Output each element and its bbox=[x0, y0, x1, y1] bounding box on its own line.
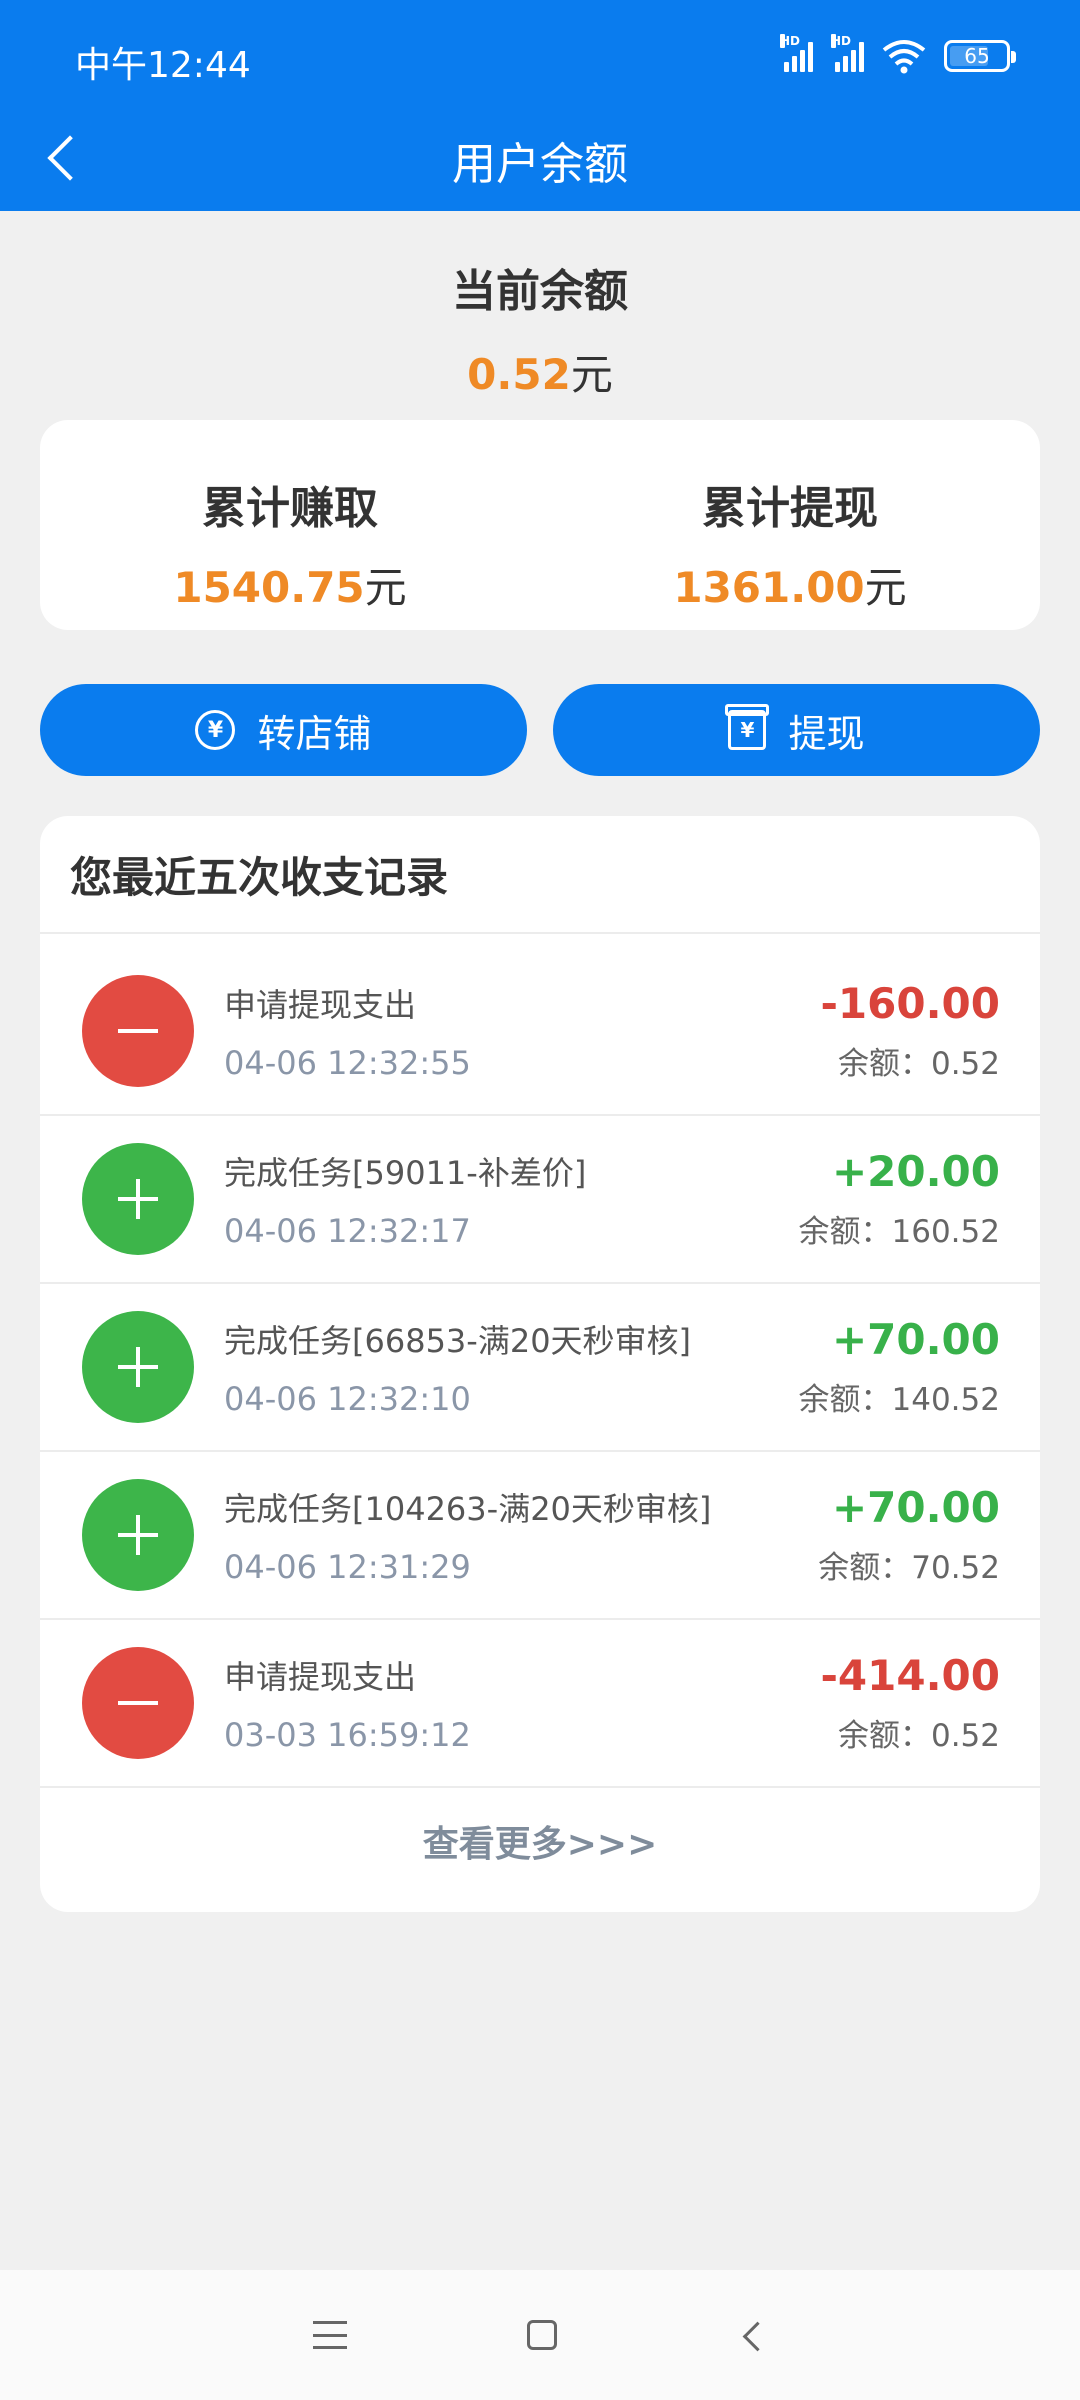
summary-card: 累计赚取 1540.75元 累计提现 1361.00元 bbox=[40, 420, 1040, 630]
record-time: 04-06 12:32:17 bbox=[224, 1212, 471, 1250]
status-bar: 中午12:44 HD HD 65 bbox=[0, 0, 1080, 110]
home-icon[interactable] bbox=[527, 2320, 557, 2350]
transfer-to-shop-label: 转店铺 bbox=[257, 711, 372, 756]
total-withdrawn-label: 累计提现 bbox=[702, 483, 878, 534]
signal-icon-2: HD bbox=[831, 34, 864, 72]
total-earned-value: 1540.75元 bbox=[40, 554, 540, 615]
total-withdrawn-unit: 元 bbox=[864, 563, 907, 612]
yen-coin-icon: ¥ bbox=[195, 710, 236, 750]
app-header: 中午12:44 HD HD 65 用户余额 bbox=[0, 0, 1080, 211]
record-title: 申请提现支出 bbox=[224, 986, 417, 1024]
withdraw-label: 提现 bbox=[788, 711, 865, 756]
current-balance: 当前余额 0.52元 bbox=[0, 255, 1080, 402]
record-balance: 余额：0.52 bbox=[837, 1718, 1000, 1754]
record-amount: -414.00 bbox=[820, 1651, 1000, 1700]
signal-icon: HD bbox=[780, 34, 813, 72]
record-balance: 余额：70.52 bbox=[818, 1550, 1000, 1586]
records-list: 申请提现支出 04-06 12:32:55 -160.00 余额：0.52 完成… bbox=[40, 948, 1040, 1788]
status-icons: HD HD 65 bbox=[780, 34, 1016, 74]
record-amount: +70.00 bbox=[831, 1315, 1000, 1364]
record-balance: 余额：140.52 bbox=[798, 1382, 1000, 1418]
records-card: 您最近五次收支记录 申请提现支出 04-06 12:32:55 -160.00 … bbox=[40, 816, 1040, 1912]
record-balance: 余额：160.52 bbox=[798, 1214, 1000, 1250]
record-row[interactable]: 完成任务[66853-满20天秒审核] 04-06 12:32:10 +70.0… bbox=[40, 1284, 1040, 1452]
total-withdrawn: 累计提现 1361.00元 bbox=[540, 420, 1040, 630]
record-time: 04-06 12:32:55 bbox=[224, 1044, 471, 1082]
record-amount: +70.00 bbox=[831, 1483, 1000, 1532]
minus-icon bbox=[82, 1647, 194, 1759]
back-icon[interactable] bbox=[737, 2320, 767, 2350]
total-earned-label: 累计赚取 bbox=[202, 483, 378, 534]
minus-icon bbox=[82, 975, 194, 1087]
record-title: 完成任务[66853-满20天秒审核] bbox=[224, 1322, 692, 1360]
record-amount: +20.00 bbox=[831, 1147, 1000, 1196]
status-time: 中午12:44 bbox=[75, 45, 251, 86]
action-buttons: ¥ 转店铺 ¥ 提现 bbox=[40, 684, 1040, 776]
current-balance-value: 0.52元 bbox=[0, 341, 1080, 402]
total-withdrawn-value: 1361.00元 bbox=[540, 554, 1040, 615]
record-row[interactable]: 申请提现支出 03-03 16:59:12 -414.00 余额：0.52 bbox=[40, 1620, 1040, 1788]
total-earned: 累计赚取 1540.75元 bbox=[40, 420, 540, 630]
wifi-icon bbox=[882, 40, 926, 74]
system-nav-bar bbox=[0, 2270, 1080, 2400]
page-title: 用户余额 bbox=[452, 139, 628, 190]
total-withdrawn-amount: 1361.00 bbox=[673, 563, 865, 612]
record-time: 03-03 16:59:12 bbox=[224, 1716, 471, 1754]
total-earned-unit: 元 bbox=[364, 563, 407, 612]
record-row[interactable]: 完成任务[59011-补差价] 04-06 12:32:17 +20.00 余额… bbox=[40, 1116, 1040, 1284]
record-time: 04-06 12:31:29 bbox=[224, 1548, 471, 1586]
signal-hd-label-2: HD bbox=[831, 34, 852, 48]
plus-icon bbox=[82, 1311, 194, 1423]
battery-icon: 65 bbox=[944, 40, 1016, 72]
current-balance-amount: 0.52 bbox=[467, 350, 571, 399]
plus-icon bbox=[82, 1479, 194, 1591]
record-row[interactable]: 完成任务[104263-满20天秒审核] 04-06 12:31:29 +70.… bbox=[40, 1452, 1040, 1620]
record-balance: 余额：0.52 bbox=[837, 1046, 1000, 1082]
current-balance-unit: 元 bbox=[570, 350, 613, 399]
nav-bar: 用户余额 bbox=[0, 110, 1080, 211]
record-title: 完成任务[104263-满20天秒审核] bbox=[224, 1490, 712, 1528]
record-title: 完成任务[59011-补差价] bbox=[224, 1154, 587, 1192]
menu-icon[interactable] bbox=[313, 2321, 347, 2349]
plus-icon bbox=[82, 1143, 194, 1255]
battery-level: 65 bbox=[964, 44, 990, 68]
withdraw-button[interactable]: ¥ 提现 bbox=[553, 684, 1040, 776]
records-title: 您最近五次收支记录 bbox=[40, 816, 1040, 934]
yen-box-icon: ¥ bbox=[725, 704, 770, 750]
record-title: 申请提现支出 bbox=[224, 1658, 417, 1696]
view-more-link[interactable]: 查看更多>>> bbox=[40, 1788, 1040, 1894]
record-amount: -160.00 bbox=[820, 979, 1000, 1028]
transfer-to-shop-button[interactable]: ¥ 转店铺 bbox=[40, 684, 527, 776]
signal-hd-label: HD bbox=[780, 34, 801, 48]
record-time: 04-06 12:32:10 bbox=[224, 1380, 471, 1418]
total-earned-amount: 1540.75 bbox=[173, 563, 365, 612]
record-row[interactable]: 申请提现支出 04-06 12:32:55 -160.00 余额：0.52 bbox=[40, 948, 1040, 1116]
current-balance-label: 当前余额 bbox=[452, 266, 628, 317]
